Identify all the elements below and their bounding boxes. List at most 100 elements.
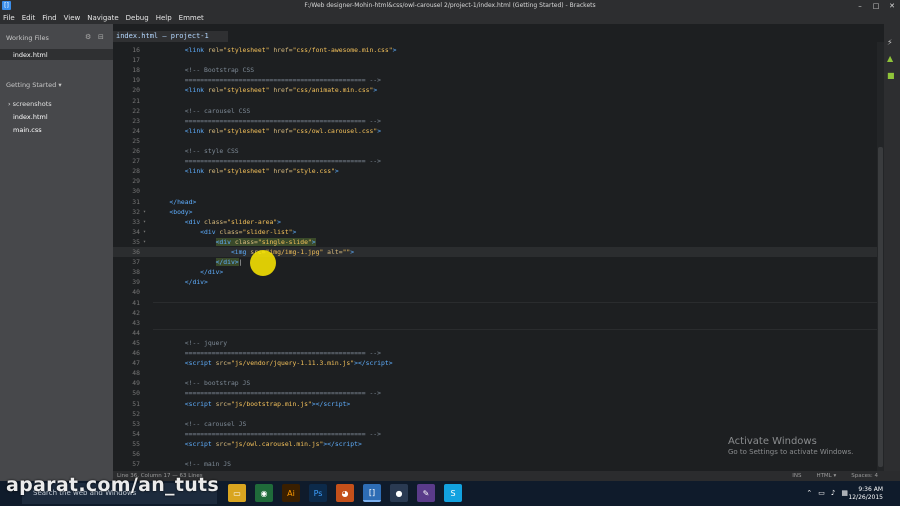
minimize-icon[interactable]: – (852, 0, 868, 11)
close-icon[interactable]: ✕ (884, 0, 900, 11)
fold-arrow-icon[interactable]: ▾ (143, 217, 146, 227)
project-dropdown[interactable]: Getting Started ▾ (6, 81, 62, 89)
code-line[interactable]: 46 =====================================… (113, 348, 877, 358)
firefox-icon[interactable]: ◕ (336, 484, 354, 502)
code-text: ========================================… (184, 349, 382, 357)
code-line[interactable]: 29 (113, 176, 877, 186)
menu-debug[interactable]: Debug (126, 14, 149, 22)
photoshop-icon[interactable]: Ps (309, 484, 327, 502)
menu-edit[interactable]: Edit (22, 14, 36, 22)
code-line[interactable]: 47 <script src="js/vendor/jquery-1.11.3.… (113, 358, 877, 368)
menu-emmet[interactable]: Emmet (179, 14, 204, 22)
indent-setting[interactable]: Spaces: 4 (851, 471, 878, 481)
gear-icon[interactable]: ⚙ (85, 33, 91, 41)
line-number: 47 (132, 359, 140, 368)
chevron-up-icon[interactable]: ⌃ (806, 489, 812, 497)
code-line[interactable]: 26 <!-- style CSS (113, 146, 877, 156)
extension-icon[interactable]: ■ (887, 71, 895, 80)
code-line[interactable]: 28 <link rel="stylesheet" href="style.cs… (113, 166, 877, 176)
menu-find[interactable]: Find (42, 14, 56, 22)
tree-file-main-css[interactable]: main.css (13, 126, 42, 134)
fold-arrow-icon[interactable]: ▾ (143, 237, 146, 247)
clock-date: 12/26/2015 (848, 494, 883, 501)
code-line[interactable]: 20 <link rel="stylesheet" href="css/anim… (113, 85, 877, 95)
code-line[interactable]: 24 <link rel="stylesheet" href="css/owl.… (113, 126, 877, 136)
tree-file-index[interactable]: index.html (13, 113, 48, 121)
line-number: 38 (132, 268, 140, 277)
menu-bar: File Edit Find View Navigate Debug Help Emmet (0, 11, 900, 24)
code-line[interactable]: 49 <!-- bootstrap JS (113, 378, 877, 388)
tree-folder-screenshots[interactable]: › screenshots (8, 100, 52, 108)
language-mode[interactable]: HTML ▾ (816, 471, 836, 481)
code-line[interactable]: 36 <img src="img/img-1.jpg" alt=""> (113, 247, 877, 258)
code-line[interactable]: 57 <!-- main JS (113, 459, 877, 469)
code-line[interactable]: 23 =====================================… (113, 116, 877, 126)
file-explorer-icon[interactable]: ▭ (228, 484, 246, 502)
line-number: 49 (132, 379, 140, 388)
fold-arrow-icon[interactable]: ▾ (143, 207, 146, 217)
code-line[interactable]: 50 =====================================… (113, 388, 877, 398)
code-line[interactable]: 33 ▾ <div class="slider-area"> (113, 217, 877, 227)
code-line[interactable]: 45 <!-- jquery (113, 338, 877, 348)
chrome-icon[interactable]: ◉ (255, 484, 273, 502)
insert-mode[interactable]: INS (792, 471, 801, 481)
code-line[interactable]: 38 </div> (113, 267, 877, 277)
code-text: ========================================… (184, 116, 382, 125)
keyboard-icon[interactable]: ▦ (841, 489, 848, 497)
line-number: 45 (132, 338, 140, 347)
code-line[interactable]: 17 (113, 55, 877, 65)
code-text: <div class="slider-area"> (184, 217, 282, 226)
code-line[interactable]: 16 <link rel="stylesheet" href="css/font… (113, 45, 877, 55)
code-line[interactable]: 21 (113, 96, 877, 106)
code-line[interactable]: 18 <!-- Bootstrap CSS (113, 65, 877, 75)
line-number: 22 (132, 106, 140, 115)
skype-icon[interactable]: S (444, 484, 462, 502)
code-line[interactable]: 30 (113, 186, 877, 196)
code-line[interactable]: 51 <script src="js/bootstrap.min.js"></s… (113, 399, 877, 409)
code-text: <script src="js/owl.carousel.min.js"></s… (184, 439, 362, 448)
code-line[interactable]: 19 =====================================… (113, 75, 877, 85)
player-icon[interactable]: ● (390, 484, 408, 502)
code-line[interactable]: 27 =====================================… (113, 156, 877, 166)
code-line[interactable]: 53 <!-- carousel JS (113, 419, 877, 429)
feather-icon[interactable]: ✎ (417, 484, 435, 502)
brackets-icon[interactable]: [] (363, 484, 381, 502)
code-line[interactable]: 37 </div>| (113, 257, 877, 267)
volume-icon[interactable]: ♪ (831, 489, 835, 497)
tab-index-html[interactable]: index.html — project-1 (113, 31, 228, 42)
system-tray[interactable]: ⌃ ▭ ♪ ▦ (806, 489, 848, 497)
window-title: F:/Web designer-Mohin-html&css/owl-carou… (304, 2, 596, 9)
code-line[interactable]: 25 (113, 136, 877, 146)
scrollbar-thumb[interactable] (878, 147, 883, 467)
code-line[interactable]: 39 </div> (113, 277, 877, 287)
line-number: 27 (132, 157, 140, 166)
code-line[interactable]: 48 (113, 368, 877, 378)
code-line[interactable]: 34 ▾ <div class="slider-list"> (113, 227, 877, 237)
line-number: 35 (132, 237, 140, 246)
live-preview-icon[interactable]: ⚡ (887, 38, 893, 47)
code-editor[interactable]: 16 <link rel="stylesheet" href="css/font… (113, 42, 877, 471)
menu-help[interactable]: Help (156, 14, 172, 22)
code-line[interactable]: 52 (113, 409, 877, 419)
line-number: 42 (132, 308, 140, 317)
watermark: aparat.com/an_tuts (6, 474, 220, 496)
menu-view[interactable]: View (64, 14, 81, 22)
fold-arrow-icon[interactable]: ▾ (143, 227, 146, 237)
menu-navigate[interactable]: Navigate (87, 14, 118, 22)
working-file-index[interactable]: index.html (13, 51, 48, 59)
code-line[interactable]: 35 ▾ <div class="single-slide"> (113, 237, 877, 247)
code-line[interactable]: 40 (113, 287, 877, 297)
line-number: 51 (132, 399, 140, 408)
code-line[interactable]: 31 </head> (113, 197, 877, 207)
code-line[interactable]: 32 ▾ <body> (113, 207, 877, 217)
editor-scrollbar[interactable] (877, 42, 884, 471)
network-icon[interactable]: ▭ (818, 489, 825, 497)
split-view-icon[interactable]: ⊟ (98, 33, 104, 41)
illustrator-icon[interactable]: Ai (282, 484, 300, 502)
menu-file[interactable]: File (3, 14, 15, 22)
code-text: <!-- carousel JS (184, 419, 247, 428)
maximize-icon[interactable]: □ (868, 0, 884, 11)
clock[interactable]: 9:36 AM 12/26/2015 (848, 486, 883, 502)
code-line[interactable]: 22 <!-- carousel CSS (113, 106, 877, 116)
extension-manager-icon[interactable]: ▲ (887, 54, 893, 63)
